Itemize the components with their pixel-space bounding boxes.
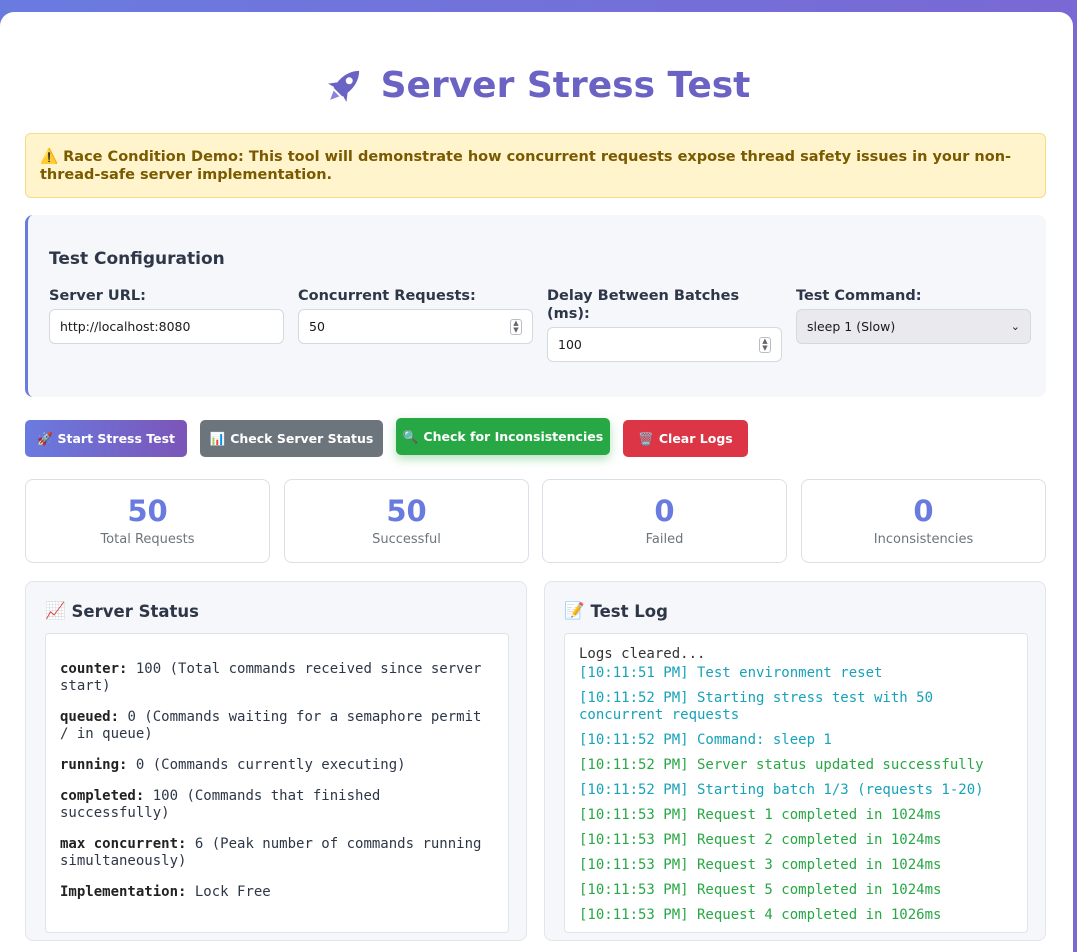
- delay-input[interactable]: 100 ▲ ▼: [547, 327, 782, 362]
- magnifier-icon: 🔍: [402, 428, 419, 444]
- page-title: Server Stress Test: [0, 60, 1073, 110]
- log-entry: [10:11:53 PM] Request 5 completed in 102…: [579, 882, 942, 898]
- status-key: Implementation:: [60, 884, 187, 900]
- status-key: max concurrent:: [60, 836, 187, 852]
- warning-icon: ⚠️: [40, 149, 59, 165]
- concurrent-requests-value: 50: [309, 319, 325, 334]
- config-title: Test Configuration: [49, 249, 225, 269]
- concurrent-requests-input[interactable]: 50 ▲ ▼: [298, 309, 533, 344]
- delay-value: 100: [558, 337, 582, 352]
- log-entry: [10:11:53 PM] Request 4 completed in 102…: [579, 907, 942, 923]
- clear-logs-label: Clear Logs: [658, 431, 733, 446]
- status-text: 0 (Commands currently executing): [127, 757, 406, 773]
- race-condition-warning: ⚠️ Race Condition Demo: This tool will d…: [25, 133, 1046, 198]
- server-url-field: Server URL: http://localhost:8080: [49, 287, 284, 344]
- test-configuration-panel: Test Configuration Server URL: http://lo…: [25, 215, 1046, 397]
- stat-value: 50: [386, 494, 427, 528]
- check-inconsistencies-button[interactable]: 🔍 Check for Inconsistencies: [396, 418, 610, 455]
- stat-label: Inconsistencies: [873, 532, 974, 547]
- server-status-title-text: Server Status: [71, 601, 199, 621]
- log-entry: [10:11:53 PM] Request 3 completed in 102…: [579, 857, 942, 873]
- test-log-box[interactable]: Logs cleared... [10:11:51 PM] Test envir…: [564, 633, 1028, 933]
- rocket-icon: [327, 70, 359, 102]
- test-log-title: 📝 Test Log: [564, 601, 668, 621]
- log-entry: [10:11:53 PM] Request 1 completed in 102…: [579, 807, 942, 823]
- concurrent-requests-label: Concurrent Requests:: [298, 288, 476, 304]
- stat-total-requests: 50 Total Requests: [25, 479, 270, 563]
- log-entry: [10:11:51 PM] Test environment reset: [579, 665, 883, 681]
- test-command-value: sleep 1 (Slow): [807, 319, 896, 334]
- rocket-icon: 🚀: [36, 430, 53, 446]
- warning-text: Race Condition Demo: This tool will demo…: [40, 149, 1012, 183]
- status-row: completed: 100 (Commands that finished s…: [60, 788, 494, 822]
- status-text: Lock Free: [186, 884, 271, 900]
- log-list: Logs cleared... [10:11:51 PM] Test envir…: [565, 634, 1027, 924]
- delay-field: Delay Between Batches (ms): 100 ▲ ▼: [547, 287, 782, 362]
- stat-label: Successful: [372, 532, 441, 547]
- clear-logs-button[interactable]: 🗑️ Clear Logs: [623, 420, 748, 457]
- test-log-panel: 📝 Test Log Logs cleared... [10:11:51 PM]…: [544, 581, 1046, 941]
- status-row: Implementation: Lock Free: [60, 884, 494, 901]
- bar-chart-icon: 📊: [209, 430, 226, 446]
- stat-successful: 50 Successful: [284, 479, 529, 563]
- server-status-box: counter: 100 (Total commands received si…: [45, 633, 509, 933]
- test-log-title-text: Test Log: [590, 601, 668, 621]
- check-inconsistencies-label: Check for Inconsistencies: [423, 429, 604, 444]
- log-entry: [10:11:53 PM] Request 2 completed in 102…: [579, 832, 942, 848]
- log-entry: [10:11:52 PM] Starting stress test with …: [579, 690, 934, 723]
- status-list: counter: 100 (Total commands received si…: [46, 634, 508, 901]
- log-entry: [10:11:52 PM] Server status updated succ…: [579, 757, 984, 773]
- stepper-icon[interactable]: ▲ ▼: [759, 336, 771, 353]
- status-row: counter: 100 (Total commands received si…: [60, 661, 494, 695]
- log-cleared: Logs cleared...: [579, 646, 706, 662]
- server-status-panel: 📈 Server Status counter: 100 (Total comm…: [25, 581, 527, 941]
- log-entry: [10:11:52 PM] Command: sleep 1: [579, 732, 832, 748]
- stat-value: 50: [127, 494, 168, 528]
- stat-failed: 0 Failed: [542, 479, 787, 563]
- log-entry: [10:11:52 PM] Starting batch 1/3 (reques…: [579, 782, 984, 798]
- server-url-input[interactable]: http://localhost:8080: [49, 309, 284, 344]
- start-stress-test-label: Start Stress Test: [57, 431, 176, 446]
- status-row: queued: 0 (Commands waiting for a semaph…: [60, 709, 494, 743]
- status-key: counter:: [60, 661, 128, 677]
- stat-inconsistencies: 0 Inconsistencies: [801, 479, 1046, 563]
- status-row: running: 0 (Commands currently executing…: [60, 757, 494, 774]
- concurrent-requests-field: Concurrent Requests: 50 ▲ ▼: [298, 287, 533, 344]
- page-title-text: Server Stress Test: [380, 64, 751, 106]
- test-command-label: Test Command:: [796, 288, 922, 304]
- server-url-label: Server URL:: [49, 288, 146, 304]
- status-key: completed:: [60, 788, 145, 804]
- server-url-value: http://localhost:8080: [60, 319, 191, 334]
- delay-label: Delay Between Batches (ms):: [547, 288, 740, 322]
- start-stress-test-button[interactable]: 🚀 Start Stress Test: [25, 420, 187, 457]
- status-row: max concurrent: 6 (Peak number of comman…: [60, 836, 494, 870]
- test-command-field: Test Command: sleep 1 (Slow) ⌄: [796, 287, 1031, 344]
- stat-label: Total Requests: [100, 532, 195, 547]
- stat-value: 0: [913, 494, 934, 528]
- test-command-select[interactable]: sleep 1 (Slow) ⌄: [796, 309, 1031, 344]
- memo-icon: 📝: [564, 601, 585, 620]
- status-text: 0 (Commands waiting for a semaphore perm…: [60, 709, 482, 742]
- check-server-status-label: Check Server Status: [230, 431, 374, 446]
- status-key: queued:: [60, 709, 120, 725]
- check-server-status-button[interactable]: 📊 Check Server Status: [200, 420, 383, 457]
- chevron-down-icon: ⌄: [1010, 320, 1020, 333]
- status-key: running:: [60, 757, 128, 773]
- stat-value: 0: [654, 494, 675, 528]
- stat-label: Failed: [645, 532, 684, 547]
- server-status-title: 📈 Server Status: [45, 601, 199, 621]
- stepper-icon[interactable]: ▲ ▼: [510, 318, 522, 335]
- chart-up-icon: 📈: [45, 601, 66, 620]
- trash-icon: 🗑️: [638, 430, 654, 446]
